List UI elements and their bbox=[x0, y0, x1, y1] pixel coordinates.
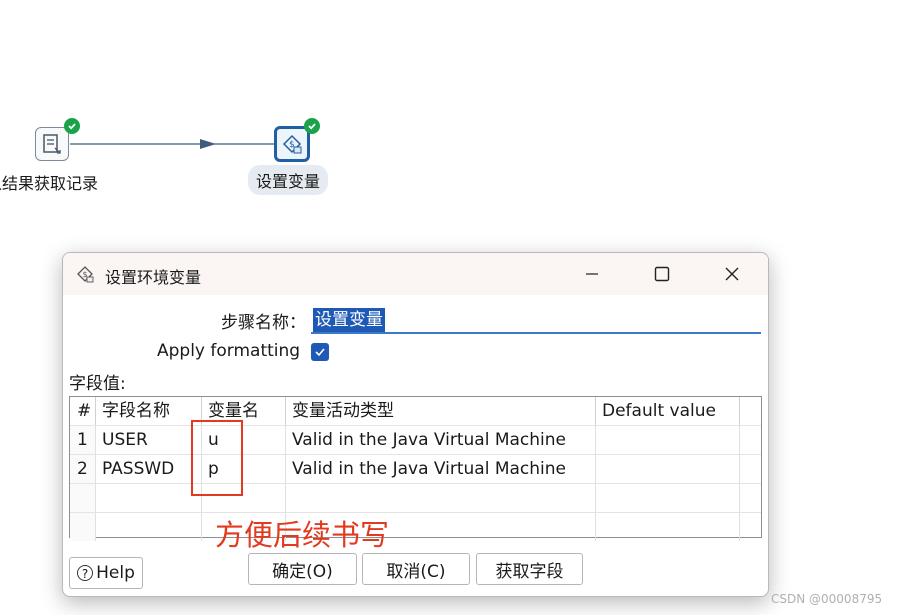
step-label: 设置变量 bbox=[248, 165, 329, 195]
set-env-variables-dialog: $ 设置环境变量 步骤名称： 设置变量 Apply formatting 字段值… bbox=[62, 252, 769, 597]
table-header-row: ^ # 字段名称 变量名 变量活动类型 Default value bbox=[70, 397, 761, 426]
help-button[interactable]: ? Help bbox=[69, 557, 143, 589]
default-value-cell[interactable] bbox=[596, 455, 740, 483]
get-fields-button[interactable]: 获取字段 bbox=[476, 553, 583, 585]
dialog-titlebar[interactable]: $ 设置环境变量 bbox=[63, 253, 768, 295]
apply-formatting-label: Apply formatting bbox=[157, 341, 301, 361]
apply-formatting-checkbox[interactable] bbox=[311, 343, 329, 361]
variable-scope-cell[interactable] bbox=[286, 484, 596, 512]
set-variables-step-icon[interactable]: $ bbox=[274, 126, 310, 162]
help-button-label: Help bbox=[96, 563, 135, 583]
variable-scope-cell[interactable]: Valid in the Java Virtual Machine bbox=[286, 426, 596, 454]
column-header-index[interactable]: ^ # bbox=[70, 397, 96, 425]
annotation-highlight-box bbox=[191, 420, 243, 496]
minimize-button[interactable] bbox=[575, 259, 609, 289]
column-header-field-name[interactable]: 字段名称 bbox=[96, 397, 202, 425]
success-check-icon bbox=[304, 118, 320, 134]
default-value-cell[interactable] bbox=[596, 426, 740, 454]
hop-arrow[interactable] bbox=[70, 137, 280, 151]
field-name-cell[interactable]: USER bbox=[96, 426, 202, 454]
minimize-icon bbox=[586, 273, 598, 275]
close-icon bbox=[725, 267, 739, 281]
checkmark-icon bbox=[315, 348, 325, 357]
close-button[interactable] bbox=[715, 259, 749, 289]
fields-table: ^ # 字段名称 变量名 变量活动类型 Default value 1 USER… bbox=[69, 396, 762, 541]
sort-indicator-icon: ^ bbox=[79, 405, 88, 416]
default-value-cell[interactable] bbox=[596, 484, 740, 512]
annotation-note: 方便后续书写 bbox=[215, 518, 390, 552]
step-name-value: 设置变量 bbox=[313, 308, 385, 332]
maximize-button[interactable] bbox=[645, 259, 679, 289]
table-row[interactable]: 2 PASSWD p Valid in the Java Virtual Mac… bbox=[70, 455, 761, 484]
row-number: 2 bbox=[70, 455, 96, 483]
step-name-input[interactable]: 设置变量 bbox=[311, 306, 761, 334]
column-header-variable-scope[interactable]: 变量活动类型 bbox=[286, 397, 596, 425]
field-name-cell[interactable] bbox=[96, 513, 202, 541]
success-check-icon bbox=[64, 118, 80, 134]
table-empty-row[interactable] bbox=[70, 484, 761, 513]
step-label: 从结果获取记录 bbox=[0, 174, 99, 193]
column-header-default-value[interactable]: Default value bbox=[596, 397, 740, 425]
table-empty-row[interactable] bbox=[70, 513, 761, 541]
cancel-button[interactable]: 取消(C) bbox=[362, 553, 470, 585]
maximize-icon bbox=[654, 266, 670, 282]
variable-scope-cell[interactable]: Valid in the Java Virtual Machine bbox=[286, 455, 596, 483]
dialog-title: 设置环境变量 bbox=[105, 268, 202, 287]
row-number bbox=[70, 513, 96, 541]
field-name-cell[interactable] bbox=[96, 484, 202, 512]
help-icon: ? bbox=[77, 565, 94, 581]
ok-button[interactable]: 确定(O) bbox=[248, 553, 357, 585]
table-row[interactable]: 1 USER u Valid in the Java Virtual Machi… bbox=[70, 426, 761, 455]
fields-label: 字段值: bbox=[69, 374, 126, 394]
row-number bbox=[70, 484, 96, 512]
field-name-cell[interactable]: PASSWD bbox=[96, 455, 202, 483]
set-variables-icon: $ bbox=[75, 264, 95, 284]
get-rows-step-icon[interactable] bbox=[35, 127, 69, 161]
step-name-label: 步骤名称： bbox=[221, 313, 306, 333]
watermark: CSDN @00008795 bbox=[771, 592, 883, 606]
default-value-cell[interactable] bbox=[596, 513, 740, 541]
row-number: 1 bbox=[70, 426, 96, 454]
